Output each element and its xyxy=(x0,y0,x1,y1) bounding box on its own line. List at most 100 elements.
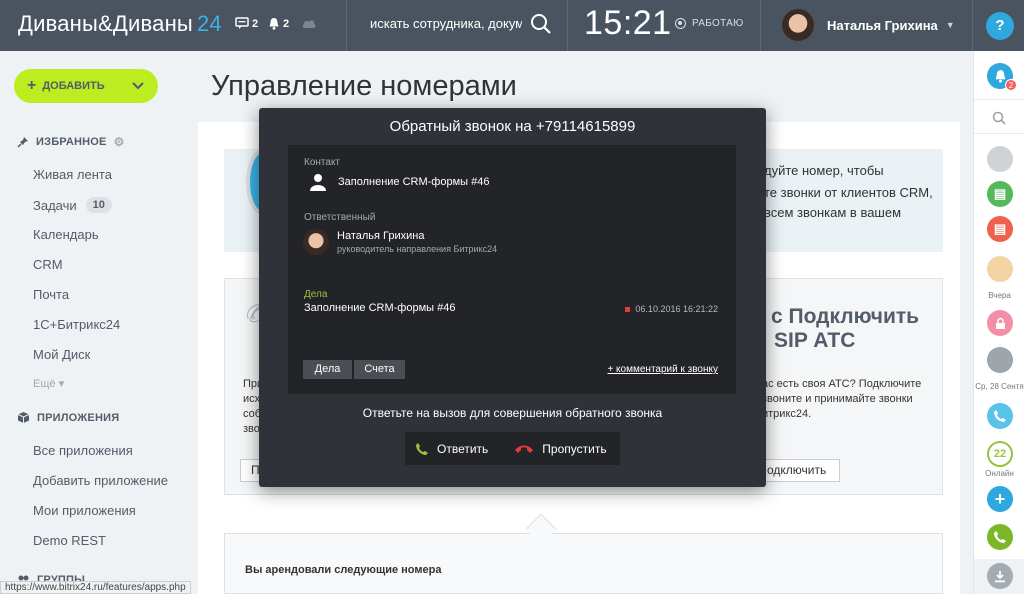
company-logo[interactable]: Диваны&Диваны 24 xyxy=(18,11,222,37)
rail-call-button[interactable] xyxy=(987,403,1013,429)
plus-icon: + xyxy=(27,77,37,94)
rail-online-count[interactable]: 22 xyxy=(987,441,1013,467)
header-divider xyxy=(567,0,568,51)
connect-sip-button[interactable]: одключить xyxy=(760,459,840,482)
cube-icon xyxy=(17,412,30,423)
phone-hangup-icon xyxy=(515,445,534,453)
contact-name: Заполнение CRM-формы #46 xyxy=(338,176,490,188)
browser-status-url: https://www.bitrix24.ru/features/apps.ph… xyxy=(0,581,191,594)
contact-row[interactable]: Заполнение CRM-формы #46 xyxy=(310,173,489,191)
rail-lock-button[interactable] xyxy=(987,310,1013,336)
sidebar-item-live-feed[interactable]: Живая лента xyxy=(33,167,112,182)
gear-icon[interactable]: ⚙ xyxy=(114,135,125,149)
rail-add-button[interactable]: + xyxy=(987,486,1013,512)
rail-divider xyxy=(974,99,1024,100)
help-button[interactable]: ? xyxy=(986,12,1014,40)
left-sidebar: + ДОБАВИТЬ ИЗБРАННОЕ ⚙ Живая лента Задач… xyxy=(0,51,198,594)
skip-button[interactable]: Пропустить xyxy=(514,442,607,456)
search-icon[interactable] xyxy=(992,111,1006,125)
rail-download-button[interactable] xyxy=(987,563,1013,589)
sidebar-item-tasks[interactable]: Задачи 10 xyxy=(33,197,112,213)
right-rail: 2 ▤ ▤ Вчера Ср, 28 Сентя 22 Онлайн + xyxy=(973,51,1024,594)
call-actions: Ответить Пропустить xyxy=(405,432,620,465)
rail-user-avatar[interactable] xyxy=(987,347,1013,373)
cloud-icon[interactable] xyxy=(301,17,317,29)
rail-divider xyxy=(974,133,1024,134)
callback-dialog-title: Обратный звонок на +79114615899 xyxy=(389,118,636,135)
status-icon xyxy=(675,18,686,29)
sip-panel-description: ас есть своя АТС? Подключите звоните и п… xyxy=(762,378,922,420)
sidebar-item-calendar[interactable]: Календарь xyxy=(33,227,99,242)
page-title: Управление номерами xyxy=(211,70,517,102)
phone-answer-icon xyxy=(416,442,428,455)
deal-date: 06.10.2016 16:21:22 xyxy=(625,304,718,314)
rail-label-online: Онлайн xyxy=(985,469,1014,478)
chat-icon xyxy=(235,17,249,29)
add-button[interactable]: + ДОБАВИТЬ xyxy=(14,69,158,103)
sidebar-item-crm[interactable]: CRM xyxy=(33,257,63,272)
header-divider xyxy=(346,0,347,51)
chevron-down-icon xyxy=(132,82,144,90)
clock[interactable]: 15:21 xyxy=(584,4,672,43)
bell-icon xyxy=(995,70,1005,83)
call-info-card: Контакт Заполнение CRM-формы #46 Ответст… xyxy=(288,145,736,394)
user-menu[interactable]: Наталья Грихина ▼ xyxy=(782,9,955,41)
contact-label: Контакт xyxy=(304,157,341,168)
top-header: Диваны&Диваны 24 2 2 искать сотрудника, д… xyxy=(0,0,1024,51)
user-name: Наталья Грихина xyxy=(827,17,938,33)
rail-message-button[interactable]: ▤ xyxy=(987,216,1013,242)
tasks-badge: 10 xyxy=(85,197,112,213)
responsible-name: Наталья Грихина xyxy=(337,230,425,242)
banner-text-line: всем звонкам в вашем xyxy=(764,205,902,220)
deal-status-indicator xyxy=(625,306,631,312)
search-icon[interactable] xyxy=(530,13,552,35)
plus-icon: + xyxy=(994,488,1006,509)
header-divider xyxy=(760,0,761,51)
caret-down-icon: ▼ xyxy=(945,20,955,30)
messages-counter[interactable]: 2 xyxy=(235,17,258,30)
message-icon: ▤ xyxy=(993,221,1007,236)
pin-icon xyxy=(17,137,28,148)
sidebar-item-add-app[interactable]: Добавить приложение xyxy=(33,473,168,488)
answer-button[interactable]: Ответить xyxy=(415,442,488,456)
sidebar-item-demo-rest[interactable]: Demo REST xyxy=(33,533,106,548)
search-input[interactable]: искать сотрудника, докуме xyxy=(370,16,522,31)
apps-section-title[interactable]: ПРИЛОЖЕНИЯ xyxy=(17,411,119,424)
banner-text-line: те звонки от клиентов CRM, xyxy=(764,185,933,200)
tab-deals[interactable]: Дела xyxy=(303,360,352,379)
sidebar-item-my-apps[interactable]: Мои приложения xyxy=(33,503,136,518)
rail-label-yesterday: Вчера xyxy=(988,291,1011,300)
responsible-row[interactable]: Наталья Грихина руководитель направления… xyxy=(303,229,497,255)
favorites-section-title[interactable]: ИЗБРАННОЕ ⚙ xyxy=(17,135,125,149)
banner-text-line: дуйте номер, чтобы xyxy=(764,163,884,178)
rail-phone-button[interactable] xyxy=(987,524,1013,550)
deals-label: Дела xyxy=(304,289,328,300)
notifications-counter[interactable]: 2 xyxy=(268,17,289,30)
person-icon xyxy=(310,174,326,191)
rail-user-avatar[interactable] xyxy=(987,256,1013,282)
add-comment-link[interactable]: + комментарий к звонку xyxy=(607,364,718,375)
avatar xyxy=(303,229,329,255)
sidebar-item-1c[interactable]: 1С+Битрикс24 xyxy=(33,317,120,332)
rail-label-date: Ср, 28 Сентя xyxy=(975,382,1024,391)
messages-count: 2 xyxy=(252,17,259,30)
sidebar-item-mail[interactable]: Почта xyxy=(33,287,69,302)
rail-notif-count: 2 xyxy=(1005,79,1017,91)
lock-icon xyxy=(995,317,1005,329)
bell-icon xyxy=(269,18,279,30)
avatar xyxy=(782,9,814,41)
rail-contact-avatar[interactable] xyxy=(987,146,1013,172)
tab-invoices[interactable]: Счета xyxy=(354,360,405,379)
notifications-count: 2 xyxy=(283,17,290,30)
work-status[interactable]: РАБОТАЮ xyxy=(675,18,744,29)
rail-chat-button[interactable]: ▤ xyxy=(987,181,1013,207)
sidebar-item-all-apps[interactable]: Все приложения xyxy=(33,443,133,458)
deal-link[interactable]: Заполнение CRM-формы #46 xyxy=(304,302,455,314)
sidebar-more-link[interactable]: Ещё ▾ xyxy=(33,377,64,390)
download-icon xyxy=(995,570,1005,582)
responsible-label: Ответственный xyxy=(304,212,376,223)
callback-dialog: Обратный звонок на +79114615899 Контакт … xyxy=(259,108,766,487)
sidebar-item-my-drive[interactable]: Мой Диск xyxy=(33,347,90,362)
header-divider xyxy=(972,0,973,51)
rented-numbers-title: Вы арендовали следующие номера xyxy=(245,564,442,576)
